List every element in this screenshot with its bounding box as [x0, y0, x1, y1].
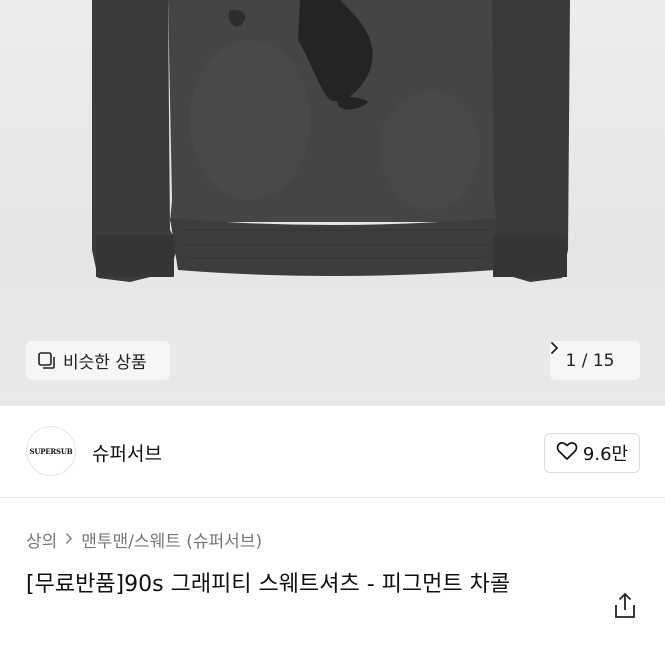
- share-icon[interactable]: [612, 592, 638, 620]
- breadcrumb-item-category[interactable]: 맨투맨/스웨트 (슈퍼서브): [81, 527, 262, 552]
- brand-logo[interactable]: SUPERSUB: [26, 426, 76, 476]
- product-title: [무료반품]90s 그래피티 스웨트셔츠 - 피그먼트 차콜: [26, 572, 511, 597]
- chevron-right-icon: [65, 531, 73, 549]
- heart-icon: [556, 441, 578, 466]
- image-counter-text: 1 / 15: [565, 350, 615, 371]
- similar-items-icon: [38, 351, 56, 370]
- product-image[interactable]: 비슷한 상품 1 / 15: [0, 0, 665, 406]
- brand-name[interactable]: 슈퍼서브: [92, 439, 162, 466]
- image-counter[interactable]: 1 / 15: [550, 341, 640, 380]
- breadcrumb-item-top[interactable]: 상의: [26, 527, 57, 552]
- brand-logo-text: SUPERSUB: [29, 446, 73, 456]
- similar-items-label: 비슷한 상품: [63, 353, 147, 373]
- like-count: 9.6만: [582, 444, 629, 465]
- like-button[interactable]: 9.6만: [544, 433, 640, 473]
- similar-items-button[interactable]: 비슷한 상품: [26, 341, 170, 380]
- breadcrumb: 상의 맨투맨/스웨트 (슈퍼서브): [26, 527, 262, 552]
- brand-row: SUPERSUB 슈퍼서브 9.6만: [0, 406, 665, 498]
